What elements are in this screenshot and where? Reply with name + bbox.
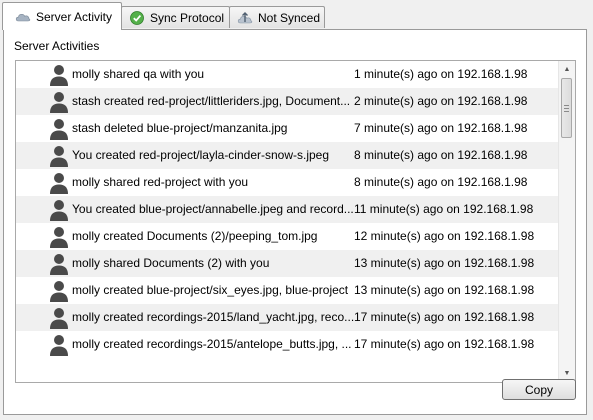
list-item[interactable]: molly shared Documents (2) with you 13 mi…: [16, 250, 558, 277]
list-item[interactable]: You created red-project/layla-cinder-sno…: [16, 142, 558, 169]
check-shield-icon: [129, 10, 145, 26]
activity-message: molly created Documents (2)/peeping_tom.…: [72, 229, 318, 243]
user-avatar-icon: [49, 118, 69, 140]
list-item[interactable]: molly created recordings-2015/antelope_b…: [16, 331, 558, 358]
list-item[interactable]: molly created Documents (2)/peeping_tom.…: [16, 223, 558, 250]
activity-message: molly created blue-project/six_eyes.jpg,…: [72, 283, 349, 297]
tab-label: Sync Protocol: [150, 10, 225, 25]
tab-bar: Server Activity Sync Protocol Not Synced: [2, 0, 592, 30]
activity-time: 13 minute(s) ago on 192.168.1.98: [354, 283, 535, 297]
cloud-icon: [15, 9, 31, 25]
activity-time: 8 minute(s) ago on 192.168.1.98: [354, 148, 528, 162]
user-avatar-icon: [49, 199, 69, 221]
list-item[interactable]: stash deleted blue-project/manzanita.jpg…: [16, 115, 558, 142]
activity-message: molly shared Documents (2) with you: [72, 256, 270, 270]
list-item[interactable]: You created blue-project/annabelle.jpeg …: [16, 196, 558, 223]
user-avatar-icon: [49, 253, 69, 275]
activity-time: 8 minute(s) ago on 192.168.1.98: [354, 175, 528, 189]
tab-not-synced[interactable]: Not Synced: [229, 6, 325, 28]
scroll-thumb[interactable]: [561, 78, 572, 138]
user-avatar-icon: [49, 91, 69, 113]
user-avatar-icon: [49, 226, 69, 248]
activity-list[interactable]: molly shared qa with you 1 minute(s) ago …: [15, 60, 576, 383]
copy-button[interactable]: Copy: [502, 379, 576, 400]
activity-time: 11 minute(s) ago on 192.168.1.98: [354, 202, 534, 216]
scroll-up-arrow-icon[interactable]: ▲: [559, 61, 575, 78]
user-avatar-icon: [49, 172, 69, 194]
activity-message: molly created recordings-2015/land_yacht…: [72, 310, 354, 324]
activity-message: stash deleted blue-project/manzanita.jpg: [72, 121, 288, 135]
activity-time: 2 minute(s) ago on 192.168.1.98: [354, 94, 528, 108]
activity-time: 17 minute(s) ago on 192.168.1.98: [354, 310, 535, 324]
user-avatar-icon: [49, 280, 69, 302]
user-avatar-icon: [49, 145, 69, 167]
activity-time: 13 minute(s) ago on 192.168.1.98: [354, 256, 535, 270]
list-item[interactable]: molly created recordings-2015/land_yacht…: [16, 304, 558, 331]
tab-label: Not Synced: [258, 10, 321, 25]
user-avatar-icon: [49, 334, 69, 356]
tab-sync-protocol[interactable]: Sync Protocol: [121, 6, 230, 28]
list-item[interactable]: molly shared qa with you 1 minute(s) ago …: [16, 61, 558, 88]
activity-message: molly created recordings-2015/antelope_b…: [72, 337, 352, 351]
activity-message: molly shared red-project with you: [72, 175, 249, 189]
activity-message: stash created red-project/littleriders.j…: [72, 94, 351, 108]
server-activity-panel: Server Activities molly shared qa with y…: [3, 29, 587, 415]
activity-time: 7 minute(s) ago on 192.168.1.98: [354, 121, 528, 135]
activity-message: You created red-project/layla-cinder-sno…: [72, 148, 330, 162]
activity-time: 17 minute(s) ago on 192.168.1.98: [354, 337, 535, 351]
tab-server-activity[interactable]: Server Activity: [2, 2, 122, 30]
activity-time: 1 minute(s) ago on 192.168.1.98: [354, 67, 528, 81]
user-avatar-icon: [49, 307, 69, 329]
activity-message: You created blue-project/annabelle.jpeg …: [72, 202, 354, 216]
group-label: Server Activities: [14, 39, 100, 53]
upload-cloud-icon: [237, 10, 253, 26]
user-avatar-icon: [49, 64, 69, 86]
list-item[interactable]: stash created red-project/littleriders.j…: [16, 88, 558, 115]
activity-message: molly shared qa with you: [72, 67, 205, 81]
activity-rows: molly shared qa with you 1 minute(s) ago …: [16, 61, 558, 358]
tab-label: Server Activity: [36, 9, 113, 24]
list-item[interactable]: molly shared red-project with you 8 minut…: [16, 169, 558, 196]
activity-time: 12 minute(s) ago on 192.168.1.98: [354, 229, 535, 243]
vertical-scrollbar[interactable]: ▲ ▼: [558, 61, 575, 382]
list-item[interactable]: molly created blue-project/six_eyes.jpg,…: [16, 277, 558, 304]
